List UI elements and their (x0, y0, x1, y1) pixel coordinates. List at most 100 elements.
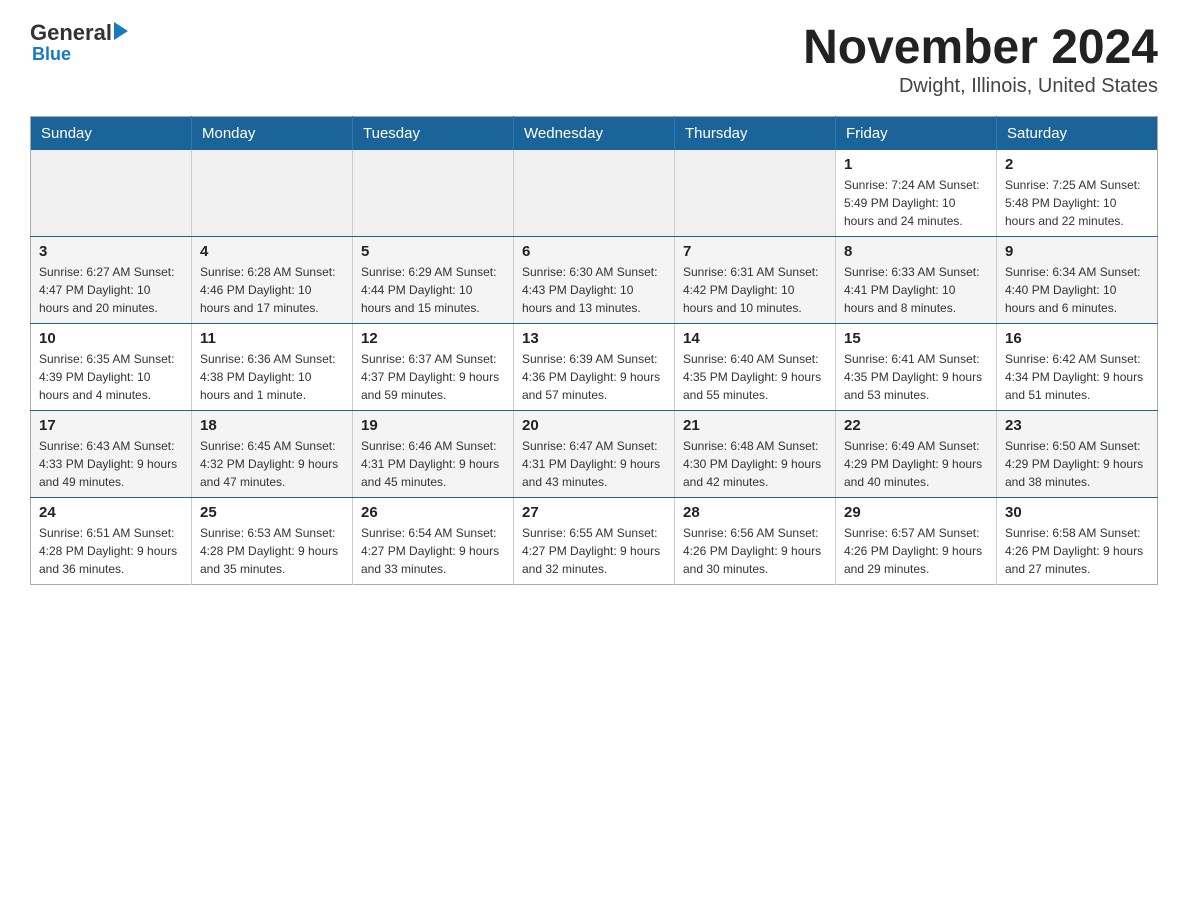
day-info: Sunrise: 6:46 AM Sunset: 4:31 PM Dayligh… (361, 437, 505, 491)
day-number: 22 (844, 417, 988, 434)
calendar-cell: 5Sunrise: 6:29 AM Sunset: 4:44 PM Daylig… (353, 237, 514, 324)
day-number: 26 (361, 504, 505, 521)
day-number: 18 (200, 417, 344, 434)
day-info: Sunrise: 6:31 AM Sunset: 4:42 PM Dayligh… (683, 263, 827, 317)
calendar-cell: 18 Sunrise: 6:45 AM Sunset: 4:32 PM Dayli… (192, 411, 353, 498)
day-info: Sunrise: 6:56 AM Sunset: 4:26 PM Dayligh… (683, 524, 827, 578)
day-number: 30 (1005, 504, 1149, 521)
day-number: 19 (361, 417, 505, 434)
day-number: 14 (683, 330, 827, 347)
calendar-cell (514, 150, 675, 237)
calendar-cell: 26Sunrise: 6:54 AM Sunset: 4:27 PM Dayli… (353, 498, 514, 585)
title-area: November 2024 Dwight, Illinois, United S… (803, 20, 1158, 98)
calendar-week-row: 17 Sunrise: 6:43 AM Sunset: 4:33 PM Dayli… (31, 411, 1158, 498)
calendar-cell: 19 Sunrise: 6:46 AM Sunset: 4:31 PM Dayli… (353, 411, 514, 498)
day-info: Sunrise: 6:49 AM Sunset: 4:29 PM Dayligh… (844, 437, 988, 491)
day-info: Sunrise: 7:24 AM Sunset: 5:49 PM Dayligh… (844, 176, 988, 230)
day-info: Sunrise: 6:30 AM Sunset: 4:43 PM Dayligh… (522, 263, 666, 317)
day-info: Sunrise: 6:45 AM Sunset: 4:32 PM Dayligh… (200, 437, 344, 491)
day-number: 29 (844, 504, 988, 521)
day-info: Sunrise: 6:42 AM Sunset: 4:34 PM Dayligh… (1005, 350, 1149, 404)
calendar-header-row: SundayMondayTuesdayWednesdayThursdayFrid… (31, 117, 1158, 151)
calendar-cell (675, 150, 836, 237)
day-number: 3 (39, 243, 183, 260)
calendar-week-row: 3Sunrise: 6:27 AM Sunset: 4:47 PM Daylig… (31, 237, 1158, 324)
day-info: Sunrise: 6:58 AM Sunset: 4:26 PM Dayligh… (1005, 524, 1149, 578)
calendar-cell: 25Sunrise: 6:53 AM Sunset: 4:28 PM Dayli… (192, 498, 353, 585)
day-number: 6 (522, 243, 666, 260)
calendar-week-row: 10 Sunrise: 6:35 AM Sunset: 4:39 PM Dayli… (31, 324, 1158, 411)
day-info: Sunrise: 6:28 AM Sunset: 4:46 PM Dayligh… (200, 263, 344, 317)
calendar-cell: 17 Sunrise: 6:43 AM Sunset: 4:33 PM Dayli… (31, 411, 192, 498)
day-info: Sunrise: 6:29 AM Sunset: 4:44 PM Dayligh… (361, 263, 505, 317)
calendar-day-header: Sunday (31, 117, 192, 151)
day-info: Sunrise: 6:37 AM Sunset: 4:37 PM Dayligh… (361, 350, 505, 404)
calendar-cell: 8 Sunrise: 6:33 AM Sunset: 4:41 PM Daylig… (836, 237, 997, 324)
calendar-day-header: Tuesday (353, 117, 514, 151)
calendar-cell: 20 Sunrise: 6:47 AM Sunset: 4:31 PM Dayli… (514, 411, 675, 498)
day-number: 28 (683, 504, 827, 521)
logo-blue: Blue (32, 44, 71, 65)
day-info: Sunrise: 6:53 AM Sunset: 4:28 PM Dayligh… (200, 524, 344, 578)
day-info: Sunrise: 6:51 AM Sunset: 4:28 PM Dayligh… (39, 524, 183, 578)
page-header: General Blue November 2024 Dwight, Illin… (30, 20, 1158, 98)
calendar-cell: 6 Sunrise: 6:30 AM Sunset: 4:43 PM Daylig… (514, 237, 675, 324)
calendar-title: November 2024 (803, 20, 1158, 75)
day-info: Sunrise: 6:40 AM Sunset: 4:35 PM Dayligh… (683, 350, 827, 404)
calendar-day-header: Monday (192, 117, 353, 151)
calendar-day-header: Friday (836, 117, 997, 151)
calendar-cell: 21 Sunrise: 6:48 AM Sunset: 4:30 PM Dayli… (675, 411, 836, 498)
calendar-subtitle: Dwight, Illinois, United States (803, 75, 1158, 98)
calendar-cell: 4Sunrise: 6:28 AM Sunset: 4:46 PM Daylig… (192, 237, 353, 324)
calendar-table: SundayMondayTuesdayWednesdayThursdayFrid… (30, 116, 1158, 585)
calendar-week-row: 1Sunrise: 7:24 AM Sunset: 5:49 PM Daylig… (31, 150, 1158, 237)
day-number: 9 (1005, 243, 1149, 260)
day-number: 15 (844, 330, 988, 347)
calendar-cell: 1Sunrise: 7:24 AM Sunset: 5:49 PM Daylig… (836, 150, 997, 237)
day-number: 11 (200, 330, 344, 347)
day-info: Sunrise: 6:34 AM Sunset: 4:40 PM Dayligh… (1005, 263, 1149, 317)
calendar-cell: 7 Sunrise: 6:31 AM Sunset: 4:42 PM Daylig… (675, 237, 836, 324)
day-number: 7 (683, 243, 827, 260)
day-info: Sunrise: 6:43 AM Sunset: 4:33 PM Dayligh… (39, 437, 183, 491)
day-number: 17 (39, 417, 183, 434)
calendar-cell: 2 Sunrise: 7:25 AM Sunset: 5:48 PM Daylig… (997, 150, 1158, 237)
calendar-cell: 10 Sunrise: 6:35 AM Sunset: 4:39 PM Dayli… (31, 324, 192, 411)
calendar-cell: 15 Sunrise: 6:41 AM Sunset: 4:35 PM Dayli… (836, 324, 997, 411)
calendar-day-header: Saturday (997, 117, 1158, 151)
day-number: 10 (39, 330, 183, 347)
day-info: Sunrise: 6:39 AM Sunset: 4:36 PM Dayligh… (522, 350, 666, 404)
calendar-cell (353, 150, 514, 237)
calendar-cell (192, 150, 353, 237)
day-info: Sunrise: 6:35 AM Sunset: 4:39 PM Dayligh… (39, 350, 183, 404)
day-number: 23 (1005, 417, 1149, 434)
day-info: Sunrise: 6:50 AM Sunset: 4:29 PM Dayligh… (1005, 437, 1149, 491)
calendar-cell: 28 Sunrise: 6:56 AM Sunset: 4:26 PM Dayli… (675, 498, 836, 585)
calendar-cell: 22 Sunrise: 6:49 AM Sunset: 4:29 PM Dayli… (836, 411, 997, 498)
day-number: 20 (522, 417, 666, 434)
day-number: 13 (522, 330, 666, 347)
day-info: Sunrise: 6:47 AM Sunset: 4:31 PM Dayligh… (522, 437, 666, 491)
day-info: Sunrise: 6:33 AM Sunset: 4:41 PM Dayligh… (844, 263, 988, 317)
day-info: Sunrise: 6:36 AM Sunset: 4:38 PM Dayligh… (200, 350, 344, 404)
day-number: 8 (844, 243, 988, 260)
day-number: 21 (683, 417, 827, 434)
calendar-cell: 9 Sunrise: 6:34 AM Sunset: 4:40 PM Daylig… (997, 237, 1158, 324)
calendar-cell: 29Sunrise: 6:57 AM Sunset: 4:26 PM Dayli… (836, 498, 997, 585)
calendar-cell: 12Sunrise: 6:37 AM Sunset: 4:37 PM Dayli… (353, 324, 514, 411)
calendar-cell: 3Sunrise: 6:27 AM Sunset: 4:47 PM Daylig… (31, 237, 192, 324)
calendar-cell (31, 150, 192, 237)
day-info: Sunrise: 6:48 AM Sunset: 4:30 PM Dayligh… (683, 437, 827, 491)
logo-text: General (30, 20, 128, 46)
calendar-cell: 23 Sunrise: 6:50 AM Sunset: 4:29 PM Dayli… (997, 411, 1158, 498)
day-number: 24 (39, 504, 183, 521)
day-info: Sunrise: 7:25 AM Sunset: 5:48 PM Dayligh… (1005, 176, 1149, 230)
calendar-week-row: 24 Sunrise: 6:51 AM Sunset: 4:28 PM Dayli… (31, 498, 1158, 585)
logo: General Blue (30, 20, 128, 65)
day-number: 27 (522, 504, 666, 521)
day-number: 2 (1005, 156, 1149, 173)
calendar-cell: 27Sunrise: 6:55 AM Sunset: 4:27 PM Dayli… (514, 498, 675, 585)
logo-triangle-icon (114, 22, 128, 40)
calendar-cell: 24 Sunrise: 6:51 AM Sunset: 4:28 PM Dayli… (31, 498, 192, 585)
day-info: Sunrise: 6:41 AM Sunset: 4:35 PM Dayligh… (844, 350, 988, 404)
